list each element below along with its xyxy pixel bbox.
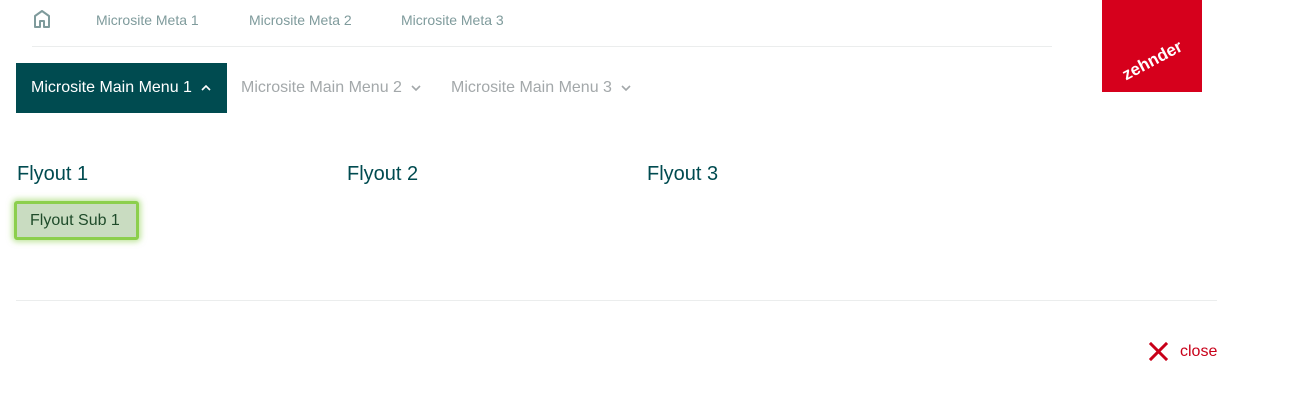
- meta-navigation: Microsite Meta 1 Microsite Meta 2 Micros…: [32, 0, 1052, 47]
- flyout-divider: [16, 300, 1217, 301]
- chevron-down-icon: [621, 85, 631, 91]
- close-button[interactable]: close: [1149, 342, 1217, 361]
- flyout-sub-item-1[interactable]: Flyout Sub 1: [14, 201, 139, 240]
- meta-link-1[interactable]: Microsite Meta 1: [96, 12, 199, 28]
- zehnder-logo[interactable]: zehnder: [1102, 0, 1202, 92]
- zehnder-logo-mark: zehnder: [1119, 37, 1186, 85]
- flyout-heading-3[interactable]: Flyout 3: [647, 163, 718, 186]
- flyout-heading-2[interactable]: Flyout 2: [347, 163, 418, 186]
- close-icon: [1149, 342, 1168, 361]
- meta-link-3[interactable]: Microsite Meta 3: [401, 12, 504, 28]
- home-icon[interactable]: [32, 9, 52, 29]
- meta-link-2[interactable]: Microsite Meta 2: [249, 12, 352, 28]
- logo-text: zehnder: [1119, 37, 1186, 85]
- close-label: close: [1180, 342, 1218, 360]
- main-menu-item-1[interactable]: Microsite Main Menu 1: [16, 63, 227, 113]
- main-menu-item-2-label: Microsite Main Menu 2: [241, 79, 402, 96]
- chevron-down-icon: [411, 85, 421, 91]
- flyout-heading-1[interactable]: Flyout 1: [17, 163, 88, 186]
- main-menu-item-3-label: Microsite Main Menu 3: [451, 79, 612, 96]
- chevron-up-icon: [201, 85, 211, 91]
- main-menu-item-1-label: Microsite Main Menu 1: [31, 79, 192, 96]
- main-menu-item-3[interactable]: Microsite Main Menu 3: [451, 63, 631, 113]
- main-menu-item-2[interactable]: Microsite Main Menu 2: [241, 63, 421, 113]
